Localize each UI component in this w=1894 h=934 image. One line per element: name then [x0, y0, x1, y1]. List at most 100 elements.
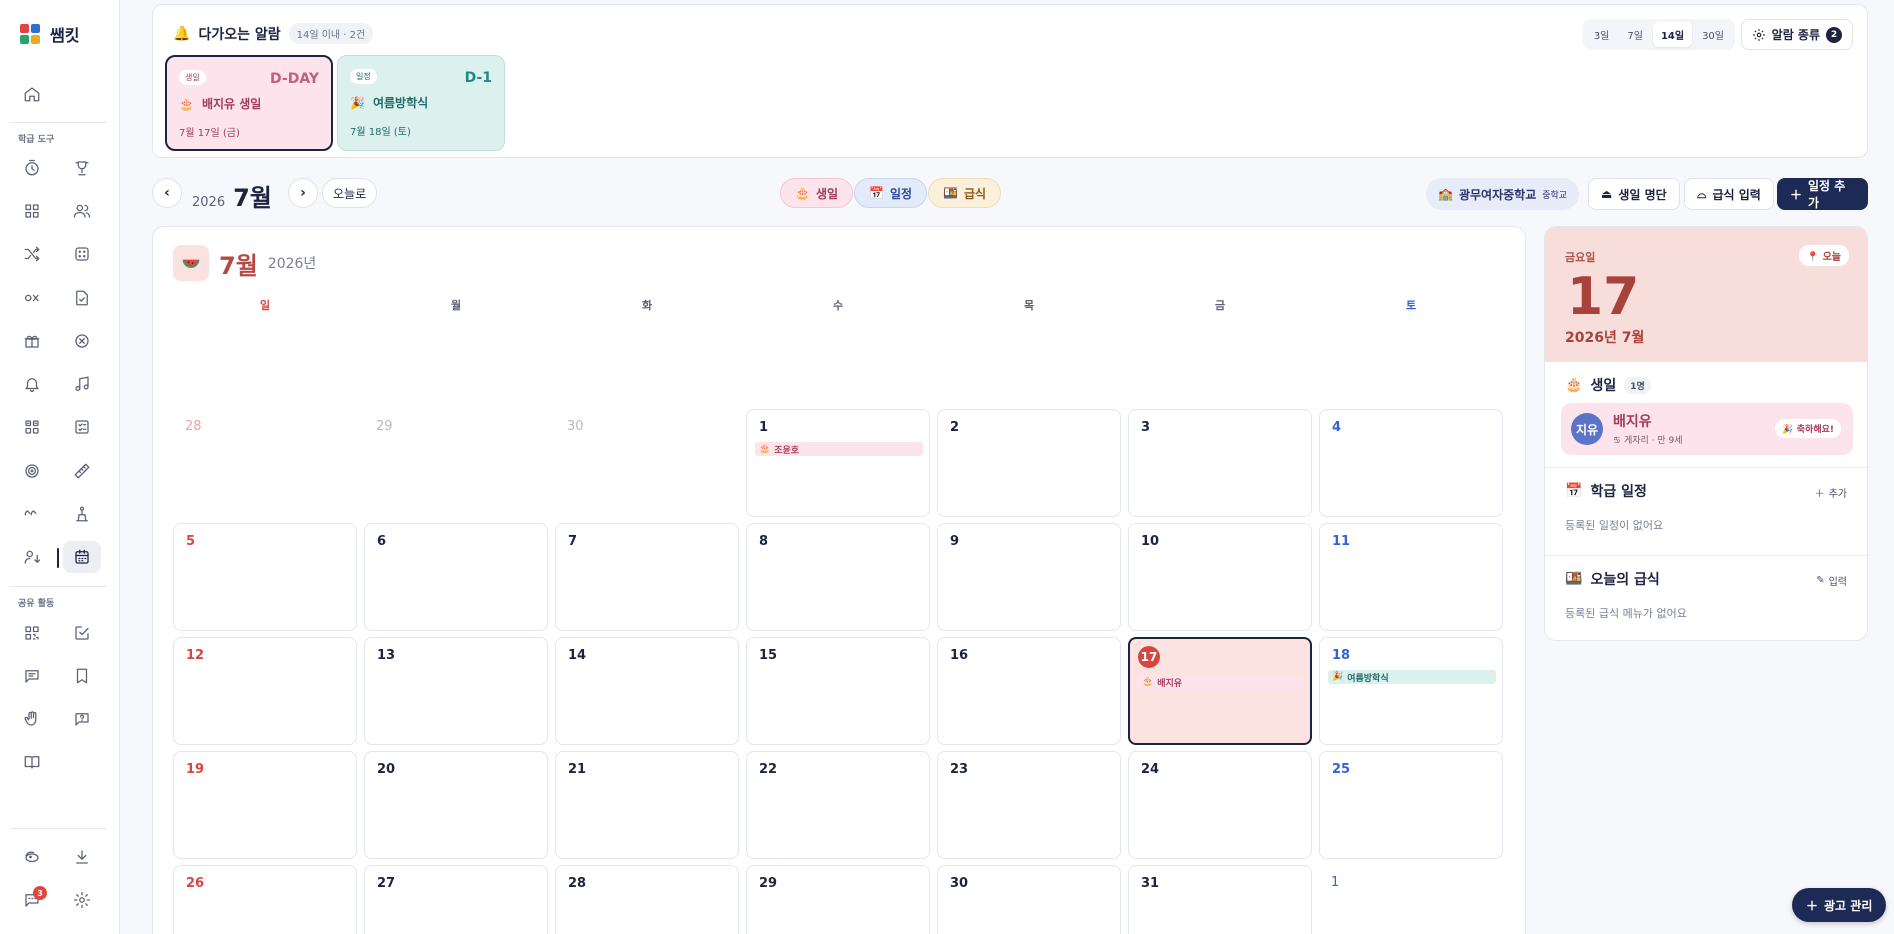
quote-icon[interactable]: [13, 498, 51, 530]
birthday-list-button[interactable]: ⏏ 생일 명단: [1588, 178, 1680, 210]
alarm-card-birthday[interactable]: 생일 D-DAY 🎂 배지유 생일 7월 17일 (금): [165, 55, 333, 151]
day-cell[interactable]: 9: [937, 523, 1121, 631]
school-selector[interactable]: 🏫 광무여자중학교 중학교: [1426, 178, 1580, 210]
range-3d[interactable]: 3일: [1586, 22, 1618, 47]
edit-check-icon[interactable]: [63, 617, 101, 649]
prev-month-button[interactable]: ‹: [152, 178, 182, 208]
range-7d[interactable]: 7일: [1619, 22, 1651, 47]
podium-icon[interactable]: [63, 498, 101, 530]
day-cell[interactable]: 15: [746, 637, 930, 745]
dice-icon[interactable]: [63, 238, 101, 270]
day-cell[interactable]: 31: [1128, 865, 1312, 934]
message-icon[interactable]: [13, 660, 51, 692]
gift-icon[interactable]: [13, 325, 51, 357]
day-cell[interactable]: 1 🎂 조윤호: [746, 409, 930, 517]
congrats-button[interactable]: 🎉 축하해요!: [1775, 419, 1841, 438]
chat-icon[interactable]: 3: [13, 884, 51, 916]
day-cell[interactable]: 20: [364, 751, 548, 859]
go-today-button[interactable]: 오늘로: [322, 178, 378, 208]
day-cell[interactable]: 4: [1319, 409, 1503, 517]
alarm-card-schedule[interactable]: 일정 D-1 🎉 여름방학식 7월 18일 (토): [337, 55, 505, 151]
range-30d[interactable]: 30일: [1694, 22, 1732, 47]
day-cell[interactable]: 7: [555, 523, 739, 631]
day-cell[interactable]: 29: [364, 409, 548, 517]
hand-icon[interactable]: [13, 703, 51, 735]
day-cell[interactable]: 26: [173, 865, 357, 934]
calendar-icon[interactable]: [63, 541, 101, 573]
day-cell[interactable]: 2: [937, 409, 1121, 517]
schedule-event-chip[interactable]: 🎉 여름방학식: [1328, 670, 1496, 684]
target-icon[interactable]: [13, 455, 51, 487]
book-icon[interactable]: [13, 746, 51, 778]
day-cell[interactable]: 21: [555, 751, 739, 859]
ox-quiz-icon[interactable]: [13, 282, 51, 314]
ad-manage-button[interactable]: ＋ 광고 관리: [1792, 888, 1887, 922]
day-cell[interactable]: 3: [1128, 409, 1312, 517]
day-cell[interactable]: 30: [937, 865, 1121, 934]
weekday-label: 수: [832, 299, 844, 312]
day-cell[interactable]: 11: [1319, 523, 1503, 631]
day-cell[interactable]: 22: [746, 751, 930, 859]
day-cell[interactable]: 8: [746, 523, 930, 631]
download-icon[interactable]: [63, 841, 101, 873]
birthday-card[interactable]: 지유 배지유 ♋ 게자리 · 만 9세 🎉 축하해요!: [1561, 403, 1853, 455]
trophy-icon[interactable]: [63, 152, 101, 184]
day-cell[interactable]: 30: [555, 409, 739, 517]
day-cell[interactable]: 1: [1319, 865, 1503, 934]
birthday-event-chip[interactable]: 🎂 배지유: [1138, 675, 1304, 689]
bookmark-icon[interactable]: [63, 660, 101, 692]
filter-birthday[interactable]: 🎂 생일: [780, 178, 854, 208]
settings-icon[interactable]: [63, 884, 101, 916]
day-cell[interactable]: 29: [746, 865, 930, 934]
add-schedule-link[interactable]: ＋ 추가: [1815, 485, 1847, 500]
logo[interactable]: 쌤킷: [20, 22, 79, 46]
mascot-icon[interactable]: [13, 841, 51, 873]
day-cell[interactable]: 12: [173, 637, 357, 745]
ruler-icon[interactable]: [63, 455, 101, 487]
grid-icon[interactable]: [13, 195, 51, 227]
x-circle-icon[interactable]: [63, 325, 101, 357]
day-cell-today[interactable]: 17 🎂 배지유: [1128, 637, 1312, 745]
range-14d[interactable]: 14일: [1652, 22, 1693, 47]
add-event-button[interactable]: ＋ 일정 추가: [1777, 178, 1868, 210]
day-cell[interactable]: 14: [555, 637, 739, 745]
day-cell[interactable]: 19: [173, 751, 357, 859]
user-sort-icon[interactable]: [13, 541, 51, 573]
meal-input-link[interactable]: ✎ 입력: [1816, 573, 1847, 588]
task-list-icon[interactable]: [63, 411, 101, 443]
day-cell[interactable]: 18 🎉 여름방학식: [1319, 637, 1503, 745]
apps-icon[interactable]: [13, 411, 51, 443]
day-cell[interactable]: 13: [364, 637, 548, 745]
timer-icon[interactable]: [13, 152, 51, 184]
bell-icon: 🔔: [173, 25, 191, 42]
help-chat-icon[interactable]: [63, 703, 101, 735]
shuffle-icon[interactable]: [13, 238, 51, 270]
meal-input-button[interactable]: ⌓ 급식 입력: [1684, 178, 1774, 210]
users-icon[interactable]: [63, 195, 101, 227]
checklist-icon[interactable]: [63, 282, 101, 314]
music-icon[interactable]: [63, 368, 101, 400]
day-cell[interactable]: 27: [364, 865, 548, 934]
filter-meal[interactable]: 🍱 급식: [928, 178, 1002, 208]
next-month-button[interactable]: ›: [288, 178, 318, 208]
alarm-date: 7월 17일 (금): [179, 128, 240, 139]
day-cell[interactable]: 28: [555, 865, 739, 934]
birthday-meta-text: 게자리 · 만 9세: [1623, 436, 1683, 446]
day-cell[interactable]: 6: [364, 523, 548, 631]
bell-icon[interactable]: [13, 368, 51, 400]
day-cell[interactable]: 16: [937, 637, 1121, 745]
qr-icon[interactable]: [13, 617, 51, 649]
day-cell[interactable]: 23: [937, 751, 1121, 859]
birthday-event-chip[interactable]: 🎂 조윤호: [755, 442, 923, 456]
day-cell[interactable]: 25: [1319, 751, 1503, 859]
day-cell[interactable]: 10: [1128, 523, 1312, 631]
home-icon[interactable]: [13, 78, 51, 110]
alarm-kind-button[interactable]: 알람 종류 2: [1740, 19, 1853, 50]
day-cell[interactable]: 28: [173, 409, 357, 517]
meal-section-title: 🍱 오늘의 급식: [1565, 569, 1660, 589]
day-cell[interactable]: 5: [173, 523, 357, 631]
day-number: 15: [759, 648, 778, 663]
day-cell[interactable]: 24: [1128, 751, 1312, 859]
filter-schedule[interactable]: 📅 일정: [854, 178, 928, 208]
gear-icon: [1752, 28, 1765, 41]
